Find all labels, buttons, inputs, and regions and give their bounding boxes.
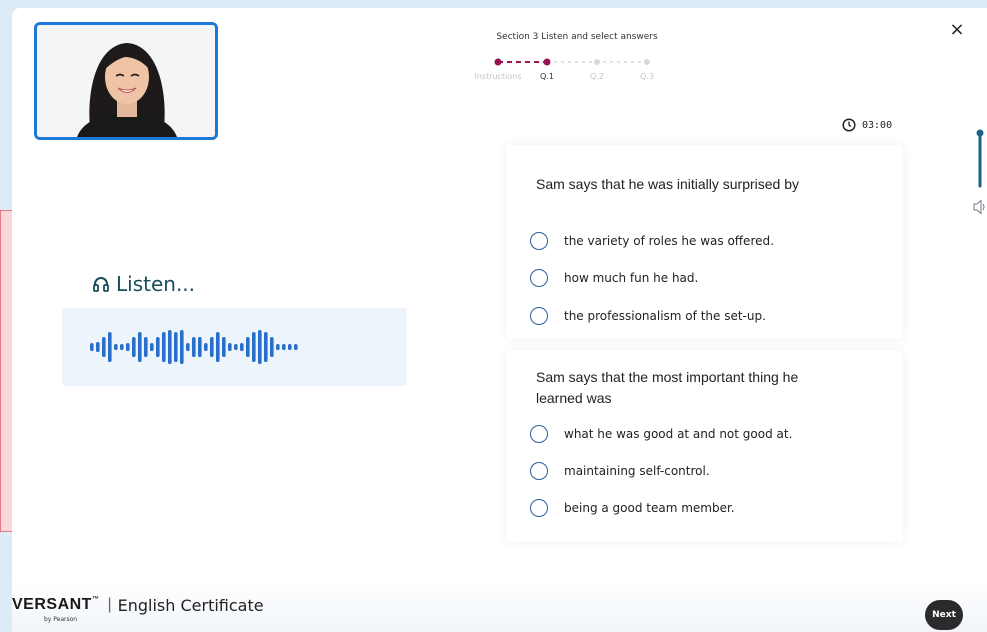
headphones-icon [93, 277, 109, 292]
answer-option[interactable]: maintaining self-control. [530, 462, 710, 480]
section-title: Section 3 Listen and select answers [496, 32, 658, 42]
radio-button[interactable] [530, 269, 548, 287]
radio-button[interactable] [530, 307, 548, 325]
brand-separator: | [107, 596, 112, 613]
speaker-portrait [37, 25, 215, 137]
listen-label: Listen... [116, 272, 196, 296]
question-card-2: Sam says that the most important thing h… [506, 350, 903, 542]
answer-label: being a good team member. [564, 501, 735, 515]
step-label-q2: Q.2 [590, 72, 604, 81]
speaker-video [34, 22, 218, 140]
step-dot-q2 [594, 59, 600, 65]
question-text: Sam says that the most important thing h… [536, 369, 799, 406]
step-dot-q1 [543, 58, 551, 66]
radio-button[interactable] [530, 462, 548, 480]
brand-name: VERSANT™ [12, 596, 100, 613]
listen-indicator: Listen... [92, 272, 195, 296]
volume-slider[interactable] [973, 128, 987, 228]
volume-handle [976, 129, 984, 137]
radio-button[interactable] [530, 232, 548, 250]
answer-label: maintaining self-control. [564, 464, 710, 478]
next-button[interactable]: Next [925, 600, 963, 630]
answer-option[interactable]: how much fun he had. [530, 269, 698, 287]
progress-stepper: Instructions Q.1 Q.2 Q.3 [475, 58, 654, 81]
step-dot-instructions [494, 58, 502, 66]
answer-option[interactable]: the variety of roles he was offered. [530, 232, 774, 250]
question-text: Sam says that he was initially surprised… [536, 176, 799, 192]
answer-label: the professionalism of the set-up. [564, 309, 766, 323]
step-label-instructions: Instructions [475, 72, 522, 81]
question-card-1: Sam says that he was initially surprised… [506, 145, 903, 339]
answer-label: the variety of roles he was offered. [564, 234, 774, 248]
answer-option[interactable]: what he was good at and not good at. [530, 425, 792, 443]
audio-waveform [90, 330, 298, 364]
answer-option[interactable]: being a good team member. [530, 499, 735, 517]
radio-button[interactable] [530, 499, 548, 517]
timer: 03:00 [842, 117, 892, 133]
close-button[interactable]: × [947, 20, 967, 40]
brand-subtitle: by Pearson [44, 616, 78, 623]
answer-label: how much fun he had. [564, 271, 699, 285]
answer-option[interactable]: the professionalism of the set-up. [530, 307, 766, 325]
step-label-q3: Q.3 [640, 72, 654, 81]
product-name: English Certificate [117, 596, 264, 615]
step-dot-q3 [644, 59, 650, 65]
answer-label: what he was good at and not good at. [564, 427, 793, 441]
brand-logo: VERSANT™ | English Certificate by Pearso… [12, 596, 264, 623]
timer-value: 03:00 [862, 119, 893, 131]
speaker-icon [973, 199, 985, 215]
radio-button[interactable] [530, 425, 548, 443]
clock-icon [842, 118, 856, 132]
test-window: Section 3 Listen and select answers Inst… [12, 8, 987, 632]
step-label-q1: Q.1 [540, 72, 554, 81]
